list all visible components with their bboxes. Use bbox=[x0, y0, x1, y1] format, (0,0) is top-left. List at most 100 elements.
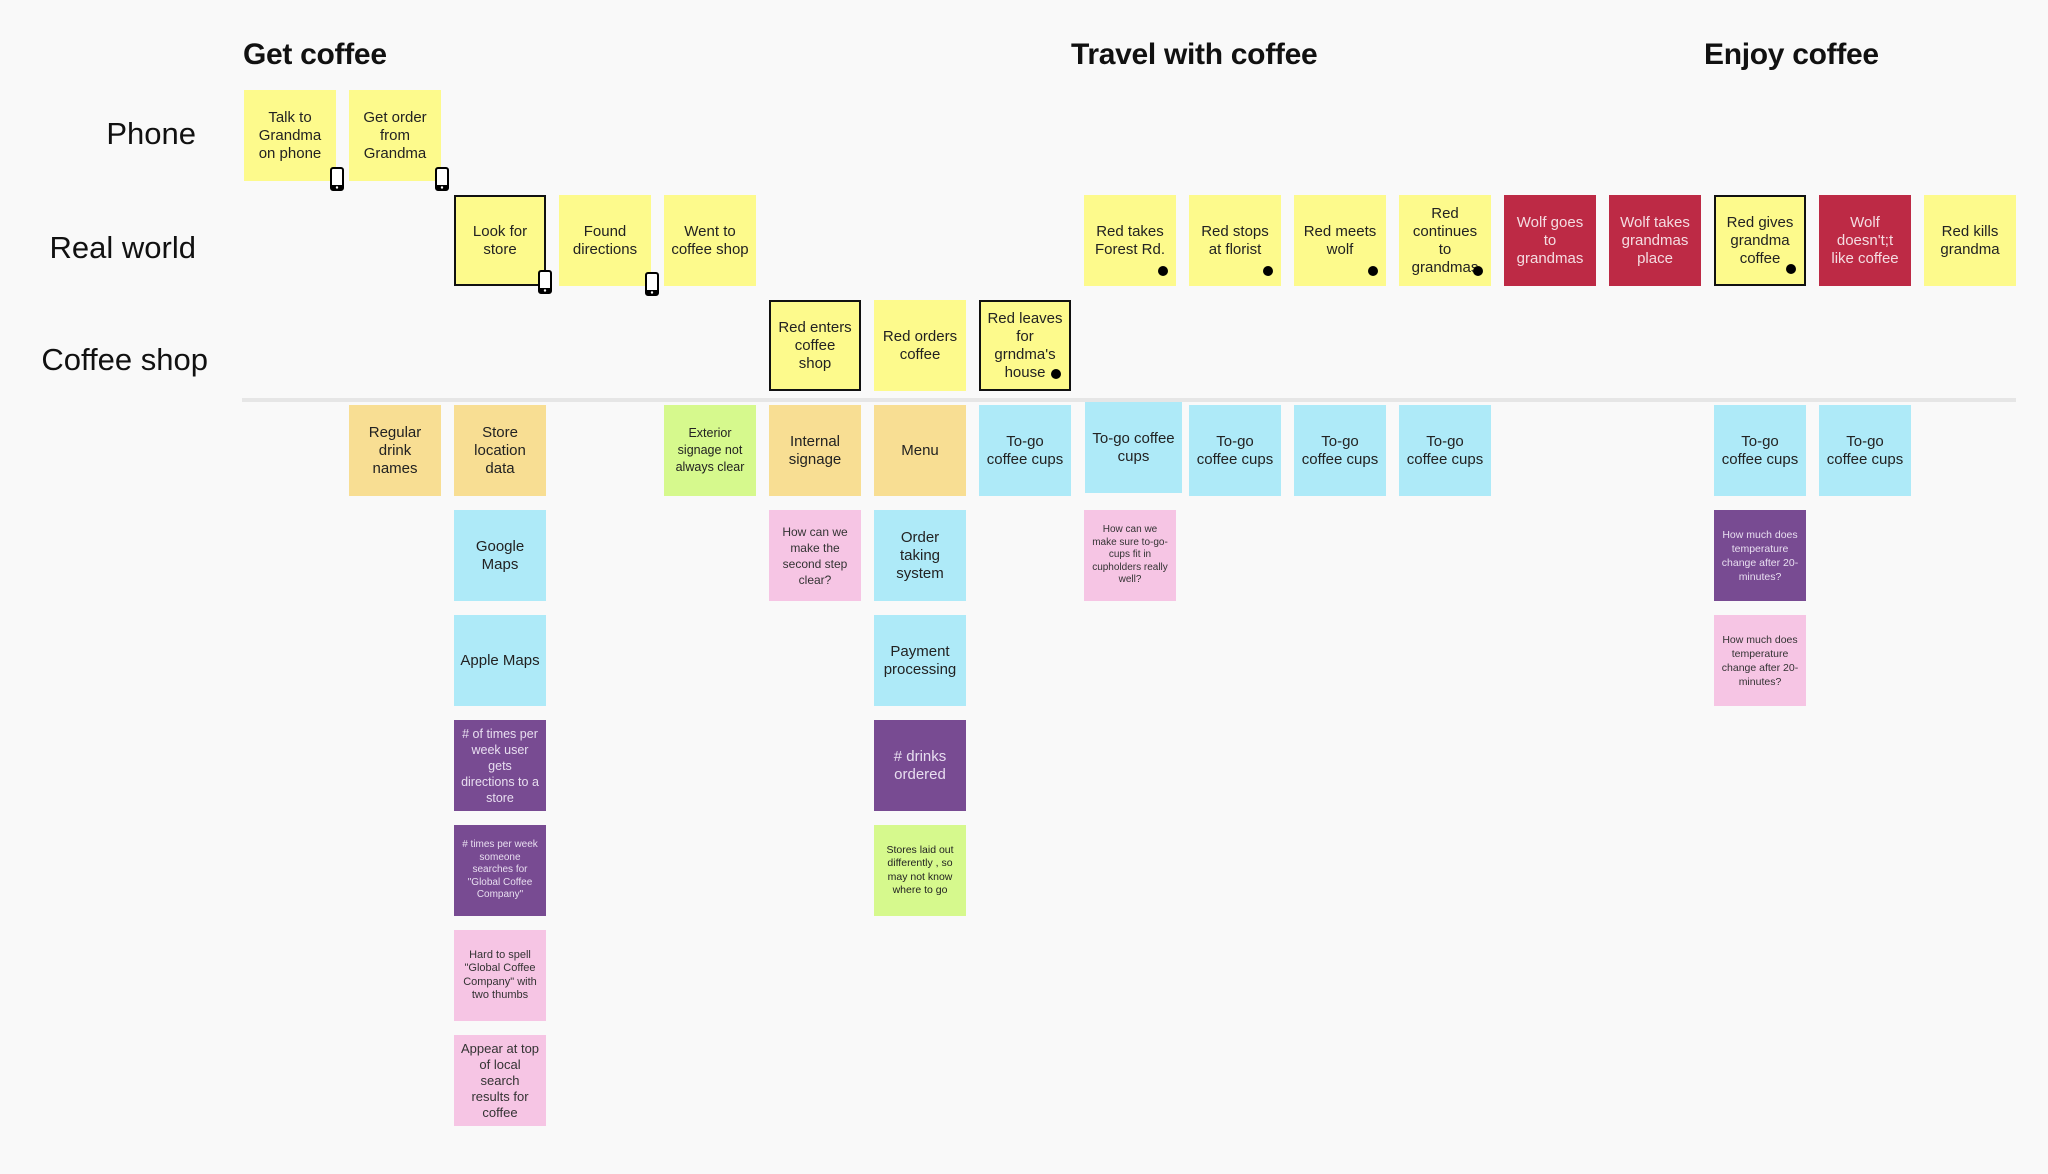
dot-icon bbox=[1786, 264, 1796, 274]
sticky-text: Stores laid out differently , so may not… bbox=[886, 843, 954, 897]
journey-sticky[interactable]: Went to coffee shop bbox=[664, 195, 756, 286]
detail-sticky[interactable]: Store location data bbox=[454, 405, 546, 496]
phone-icon bbox=[330, 167, 344, 191]
detail-sticky[interactable]: How much does temperature change after 2… bbox=[1714, 615, 1806, 706]
journey-sticky[interactable]: Red takes Forest Rd. bbox=[1084, 195, 1176, 286]
detail-sticky[interactable]: How can we make sure to-go-cups fit in c… bbox=[1084, 510, 1176, 601]
sticky-text: To-go coffee cups bbox=[1406, 432, 1484, 468]
sticky-text: Found directions bbox=[572, 222, 638, 258]
detail-sticky[interactable]: How much does temperature change after 2… bbox=[1714, 510, 1806, 601]
journey-sticky[interactable]: Found directions bbox=[559, 195, 659, 296]
sticky-text: To-go coffee cups bbox=[1826, 432, 1904, 468]
phone-icon bbox=[435, 167, 449, 191]
journey-sticky[interactable]: Wolf doesn't;t like coffee bbox=[1819, 195, 1911, 286]
sticky-text: Appear at top of local search results fo… bbox=[460, 1040, 540, 1120]
detail-sticky[interactable]: Apple Maps bbox=[454, 615, 546, 706]
journey-sticky[interactable]: Talk to Grandma on phone bbox=[244, 90, 344, 191]
lane-label-phone: Phone bbox=[106, 116, 196, 151]
detail-sticky[interactable]: Menu bbox=[874, 405, 966, 496]
dot-icon bbox=[1263, 266, 1273, 276]
detail-sticky[interactable]: Internal signage bbox=[769, 405, 861, 496]
sticky-text: Order taking system bbox=[896, 528, 944, 582]
dot-icon bbox=[1473, 266, 1483, 276]
phone-icon bbox=[645, 272, 659, 296]
journey-sticky[interactable]: Red kills grandma bbox=[1924, 195, 2016, 286]
journey-sticky[interactable]: Wolf takes grandmas place bbox=[1609, 195, 1701, 286]
sticky-text: Regular drink names bbox=[368, 423, 422, 477]
detail-sticky[interactable]: Hard to spell "Global Coffee Company" wi… bbox=[454, 930, 546, 1021]
detail-sticky[interactable]: # times per week someone searches for "G… bbox=[454, 825, 546, 916]
detail-sticky[interactable]: Regular drink names bbox=[349, 405, 441, 496]
journey-sticky[interactable]: Get order from Grandma bbox=[349, 90, 449, 191]
sticky-text: Red kills grandma bbox=[1940, 222, 2000, 258]
lane-label-real-world: Real world bbox=[49, 230, 196, 265]
journey-sticky[interactable]: Red meets wolf bbox=[1294, 195, 1386, 286]
journey-sticky[interactable]: Red orders coffee bbox=[874, 300, 966, 391]
sticky-text: To-go coffee cups bbox=[1196, 432, 1274, 468]
sticky-text: Red enters coffee shop bbox=[778, 318, 852, 372]
detail-sticky[interactable]: Order taking system bbox=[874, 510, 966, 601]
sticky-text: Internal signage bbox=[788, 432, 842, 468]
sticky-text: Hard to spell "Global Coffee Company" wi… bbox=[463, 948, 537, 1002]
sticky-text: # times per week someone searches for "G… bbox=[462, 839, 538, 901]
sticky-text: How much does temperature change after 2… bbox=[1721, 633, 1799, 688]
dot-icon bbox=[1051, 369, 1061, 379]
sticky-text: To-go coffee cups bbox=[986, 432, 1064, 468]
detail-sticky[interactable]: Google Maps bbox=[454, 510, 546, 601]
detail-sticky[interactable]: Payment processing bbox=[874, 615, 966, 706]
detail-sticky[interactable]: To-go coffee cups bbox=[979, 405, 1071, 496]
journey-sticky[interactable]: Red enters coffee shop bbox=[769, 300, 861, 391]
sticky-text: Red continues to grandmas bbox=[1411, 204, 1479, 276]
sticky-text: How can we make the second step clear? bbox=[782, 524, 848, 587]
detail-sticky[interactable]: To-go coffee cups bbox=[1714, 405, 1806, 496]
detail-sticky[interactable]: # of times per week user gets directions… bbox=[454, 720, 546, 811]
journey-sticky[interactable]: Red gives grandma coffee bbox=[1714, 195, 1806, 286]
sticky-text: Menu bbox=[901, 441, 939, 459]
sticky-text: Exterior signage not always clear bbox=[675, 426, 745, 474]
sticky-text: How much does temperature change after 2… bbox=[1721, 528, 1799, 583]
sticky-text: Store location data bbox=[474, 423, 526, 477]
sticky-text: # drinks ordered bbox=[893, 747, 947, 783]
sticky-text: Red takes Forest Rd. bbox=[1094, 222, 1166, 258]
stage-title-get-coffee: Get coffee bbox=[243, 38, 387, 71]
sticky-text: To-go coffee cups bbox=[1092, 429, 1175, 465]
stage-title-enjoy-coffee: Enjoy coffee bbox=[1704, 38, 1879, 71]
sticky-text: Red meets wolf bbox=[1303, 222, 1377, 258]
sticky-text: Went to coffee shop bbox=[671, 222, 749, 258]
sticky-text: Wolf doesn't;t like coffee bbox=[1831, 213, 1899, 267]
journey-sticky[interactable]: Red stops at florist bbox=[1189, 195, 1281, 286]
sticky-text: Talk to Grandma on phone bbox=[258, 108, 322, 162]
journey-sticky[interactable]: Look for store bbox=[454, 195, 552, 294]
sticky-text: # of times per week user gets directions… bbox=[461, 726, 539, 805]
dot-icon bbox=[1368, 266, 1378, 276]
stage-title-travel-with-coffee: Travel with coffee bbox=[1071, 38, 1318, 71]
journey-sticky[interactable]: Red continues to grandmas bbox=[1399, 195, 1491, 286]
detail-sticky[interactable]: # drinks ordered bbox=[874, 720, 966, 811]
sticky-text: Google Maps bbox=[475, 537, 525, 573]
detail-sticky[interactable]: Appear at top of local search results fo… bbox=[454, 1035, 546, 1126]
detail-sticky[interactable]: To-go coffee cups bbox=[1294, 405, 1386, 496]
detail-sticky[interactable]: How can we make the second step clear? bbox=[769, 510, 861, 601]
sticky-text: Red stops at florist bbox=[1201, 222, 1269, 258]
journey-sticky[interactable]: Red leaves for grndma's house bbox=[979, 300, 1071, 391]
detail-sticky[interactable]: To-go coffee cups bbox=[1085, 402, 1182, 493]
detail-sticky[interactable]: Exterior signage not always clear bbox=[664, 405, 756, 496]
detail-sticky[interactable]: To-go coffee cups bbox=[1819, 405, 1911, 496]
detail-sticky[interactable]: To-go coffee cups bbox=[1399, 405, 1491, 496]
sticky-text: To-go coffee cups bbox=[1721, 432, 1799, 468]
dot-icon bbox=[1158, 266, 1168, 276]
detail-sticky[interactable]: To-go coffee cups bbox=[1189, 405, 1281, 496]
sticky-text: How can we make sure to-go-cups fit in c… bbox=[1092, 524, 1168, 586]
sticky-text: Look for store bbox=[472, 222, 528, 258]
sticky-text: Red gives grandma coffee bbox=[1726, 213, 1794, 267]
sticky-text: To-go coffee cups bbox=[1301, 432, 1379, 468]
sticky-text: Payment processing bbox=[883, 642, 957, 678]
sticky-text: Red orders coffee bbox=[882, 327, 958, 363]
sticky-text: Wolf takes grandmas place bbox=[1620, 213, 1690, 267]
journey-sticky[interactable]: Wolf goes to grandmas bbox=[1504, 195, 1596, 286]
phone-icon bbox=[538, 270, 552, 294]
detail-sticky[interactable]: Stores laid out differently , so may not… bbox=[874, 825, 966, 916]
sticky-text: Get order from Grandma bbox=[363, 108, 427, 162]
lane-label-coffee-shop: Coffee shop bbox=[41, 342, 208, 377]
sticky-text: Apple Maps bbox=[460, 651, 540, 669]
